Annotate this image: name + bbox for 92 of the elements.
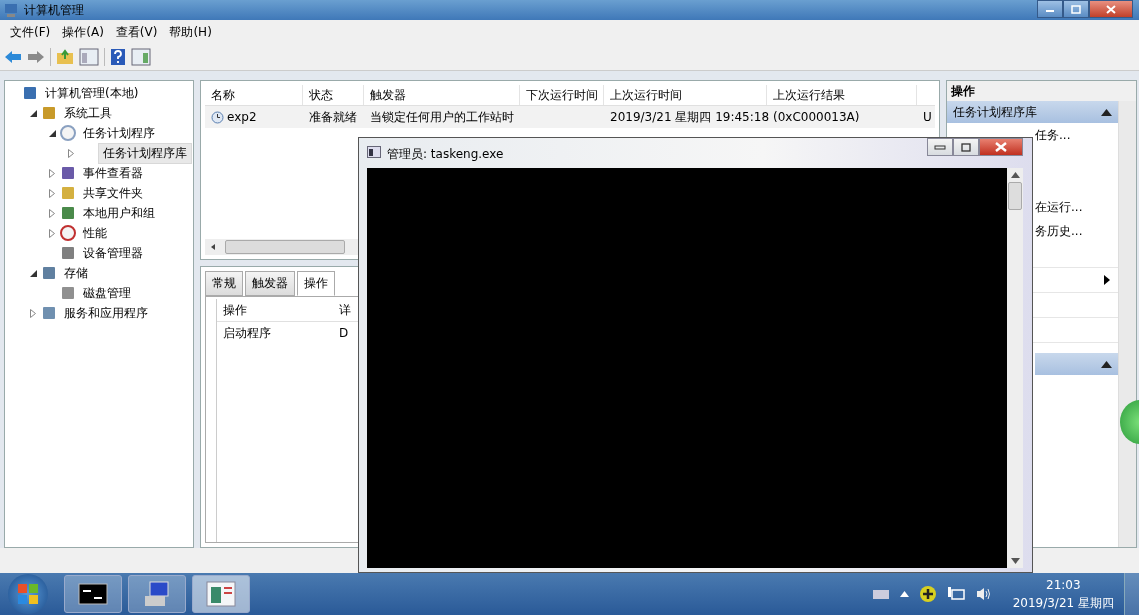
collapse-arrow-icon[interactable] [48, 129, 56, 137]
expand-arrow-icon[interactable] [68, 148, 74, 158]
close-button[interactable] [1089, 0, 1133, 18]
windows-logo-icon [17, 583, 39, 605]
console-window-icon [206, 581, 236, 607]
folder-up-icon[interactable] [56, 49, 74, 65]
action-link[interactable]: 务历史... [1035, 222, 1083, 240]
window-title: 计算机管理 [24, 1, 84, 19]
column-header[interactable]: 操作 [217, 301, 333, 319]
tree-item[interactable]: 任务计划程序库 [98, 142, 192, 164]
clock-time[interactable]: 21:03 [1046, 576, 1081, 594]
maximize-icon [961, 142, 971, 152]
table-cell: 准备就绪 [309, 108, 357, 126]
table-cell: (0xC000013A) [773, 110, 860, 124]
column-header[interactable]: 上次运行结果 [767, 85, 917, 105]
actions-header: 操作 [947, 81, 1136, 101]
taskbar-button[interactable] [192, 575, 250, 613]
column-header[interactable]: 下次运行时间 [520, 85, 604, 105]
table-cell: exp2 [227, 110, 257, 124]
scroll-up-icon[interactable] [1010, 172, 1020, 178]
tree-item[interactable]: 存储 [60, 263, 92, 283]
column-header[interactable]: 状态 [303, 85, 364, 105]
tree-item[interactable]: 事件查看器 [79, 163, 147, 183]
expand-arrow-icon[interactable] [49, 188, 55, 198]
minimize-button[interactable] [927, 138, 953, 156]
restore-icon [1071, 4, 1081, 14]
clock-date[interactable]: 2019/3/21 星期四 [1012, 594, 1114, 612]
maximize-button[interactable] [953, 138, 979, 156]
plus-icon[interactable] [918, 585, 937, 603]
table-cell-text: D [338, 326, 349, 340]
collapse-icon[interactable] [1101, 360, 1112, 368]
column-header[interactable]: 上次运行时间 [604, 85, 767, 105]
expand-arrow-icon[interactable] [49, 208, 55, 218]
column-header[interactable]: 触发器 [364, 85, 520, 105]
collapse-arrow-icon[interactable] [29, 109, 37, 117]
tree-item[interactable]: 系统工具 [60, 103, 116, 123]
taskbar-button[interactable] [64, 575, 122, 613]
table-cell: U [923, 110, 932, 124]
restore-button[interactable] [1063, 0, 1089, 18]
taskbar-button[interactable] [128, 575, 186, 613]
pane-toggle-icon[interactable] [79, 48, 99, 66]
console-icon [78, 583, 108, 605]
expand-arrow-icon[interactable] [49, 228, 55, 238]
expand-arrow-icon[interactable] [30, 308, 36, 318]
tree-item[interactable]: 本地用户和组 [79, 203, 159, 223]
action-link[interactable]: 任务... [1035, 126, 1071, 144]
tree-item[interactable]: 计算机管理(本地) [41, 83, 143, 103]
expand-arrow-icon[interactable] [49, 168, 55, 178]
section-header[interactable]: 任务计划程序库 [947, 101, 1118, 123]
minimize-icon [934, 144, 946, 150]
tree-item[interactable]: 共享文件夹 [79, 183, 147, 203]
tab[interactable]: 触发器 [245, 271, 295, 296]
tree-item[interactable]: 性能 [79, 223, 111, 243]
console-icon [367, 146, 381, 158]
close-button[interactable] [979, 138, 1023, 156]
table-cell: 当锁定任何用户的工作站时 [370, 108, 514, 126]
table-cell-text: 启动程序 [222, 324, 272, 342]
menu-item[interactable]: 操作(A) [56, 23, 110, 41]
collapse-arrow-icon[interactable] [29, 269, 37, 277]
action-pane-icon[interactable] [131, 48, 151, 66]
close-icon [1106, 4, 1116, 14]
tab[interactable]: 常规 [205, 271, 243, 296]
menu-item[interactable]: 文件(F) [4, 23, 57, 41]
start-button[interactable] [8, 574, 48, 614]
window-title: 管理员: taskeng.exe [387, 146, 504, 163]
table-cell: 2019/3/21 星期四 19:45:18 [610, 108, 770, 126]
tree-item[interactable]: 磁盘管理 [79, 283, 135, 303]
volume-icon[interactable] [974, 586, 993, 602]
help-icon[interactable] [110, 48, 126, 66]
column-header[interactable]: 名称 [205, 85, 303, 105]
back-icon[interactable] [4, 49, 22, 65]
section-header[interactable] [1035, 353, 1118, 375]
menu-item[interactable]: 查看(V) [109, 23, 164, 41]
scrollbar-thumb[interactable] [225, 240, 345, 254]
network-icon[interactable] [946, 586, 965, 602]
scroll-down-icon[interactable] [1010, 558, 1020, 564]
app-icon [4, 2, 20, 18]
tree-item[interactable]: 任务计划程序 [79, 123, 159, 143]
submenu-arrow-icon[interactable] [1104, 275, 1110, 285]
collapse-icon[interactable] [1101, 108, 1112, 116]
show-hidden-icons[interactable] [899, 591, 909, 597]
keyboard-icon[interactable] [871, 588, 890, 600]
action-link[interactable]: 在运行... [1035, 198, 1083, 216]
forward-icon[interactable] [27, 49, 45, 65]
tree-item[interactable]: 设备管理器 [79, 243, 147, 263]
column-header[interactable]: 详 [333, 301, 351, 319]
minimize-button[interactable] [1037, 0, 1063, 18]
menu-item[interactable]: 帮助(H) [163, 23, 218, 41]
scrollbar-thumb[interactable] [1008, 182, 1022, 210]
tab[interactable]: 操作 [297, 271, 335, 296]
close-icon [995, 142, 1007, 152]
tree-item[interactable]: 服务和应用程序 [60, 303, 152, 323]
